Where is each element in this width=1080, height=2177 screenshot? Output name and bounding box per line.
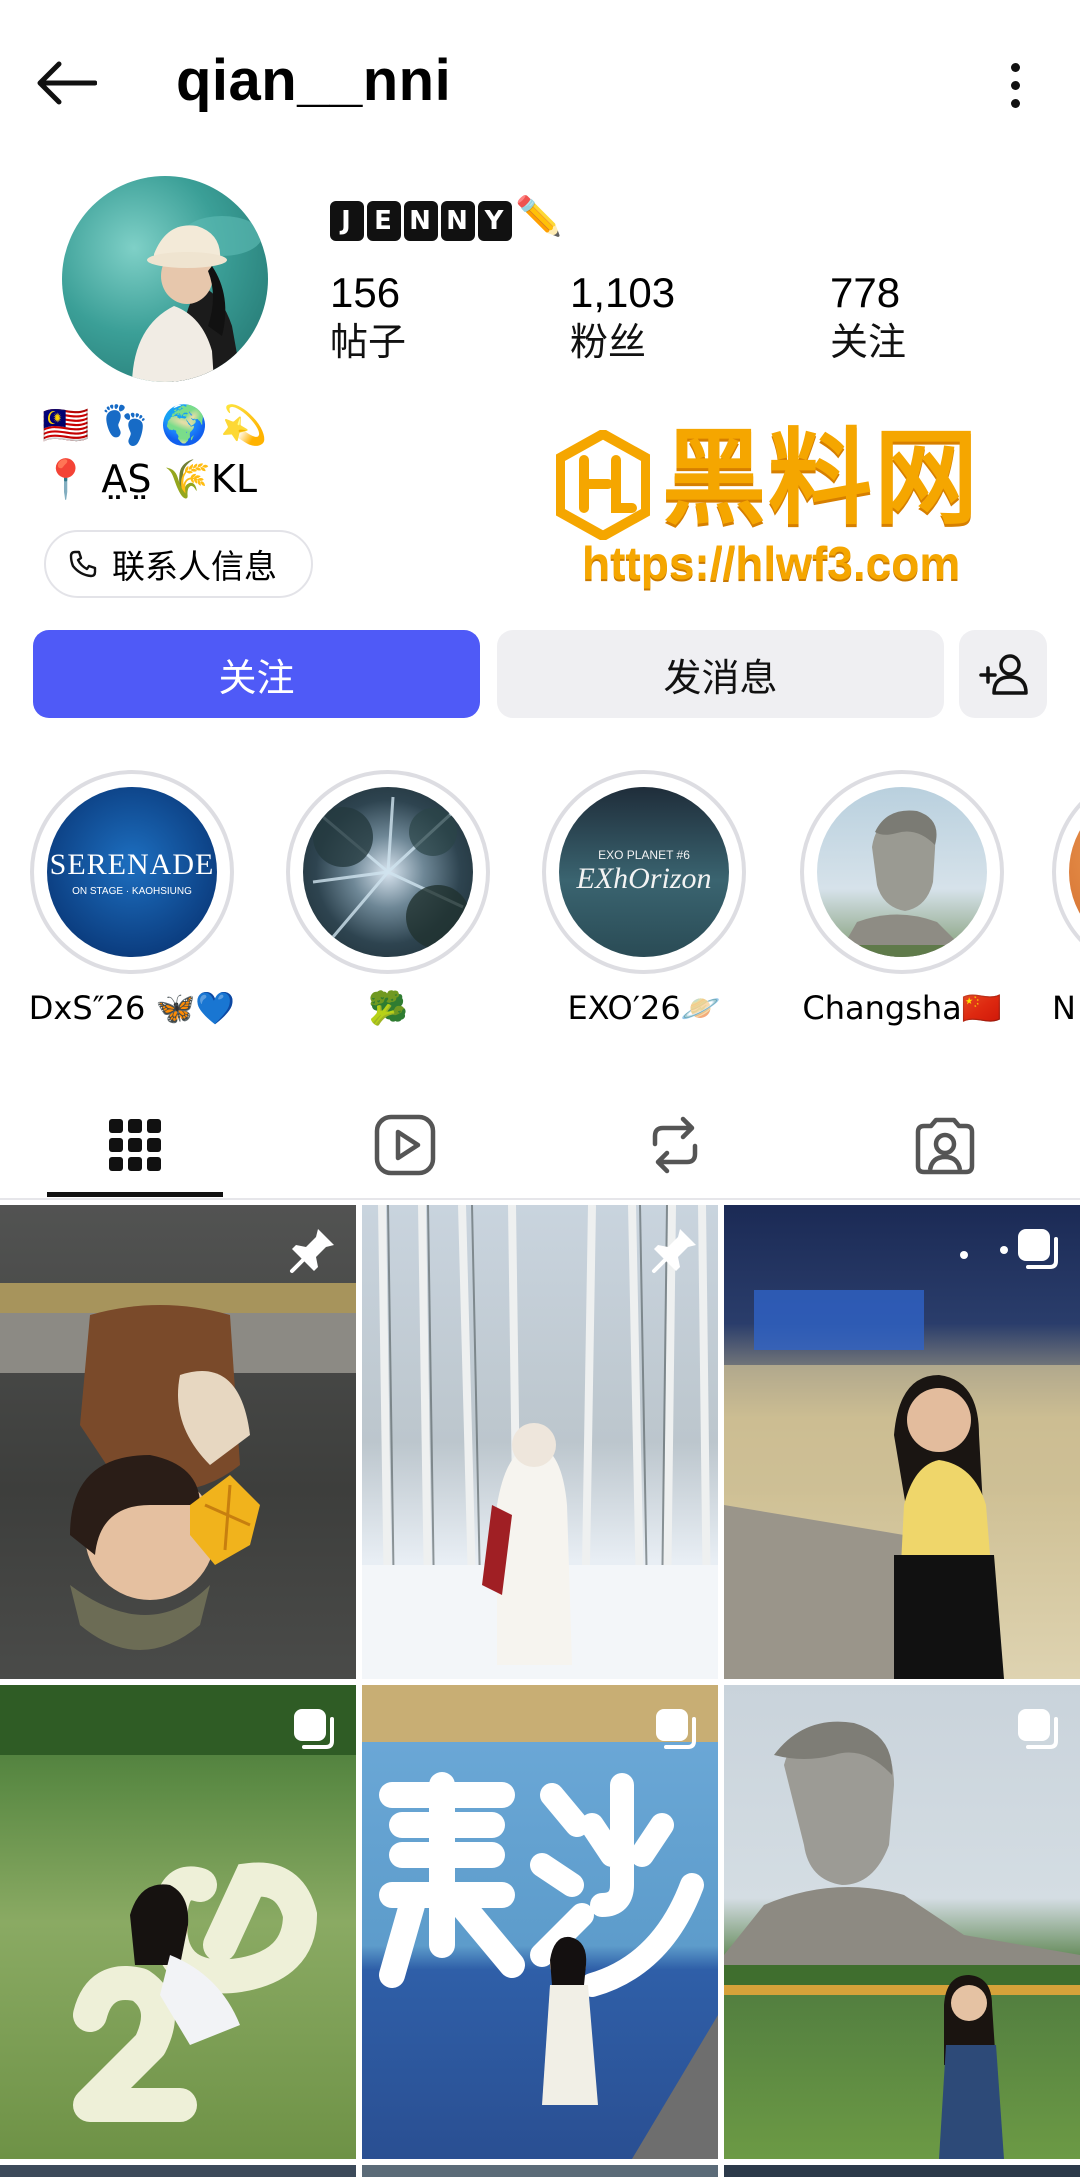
post-photo <box>379 1772 718 2159</box>
suggest-users-button[interactable] <box>959 630 1047 718</box>
tree-canopy-photo <box>312 796 470 949</box>
highlight-ring: SERENADE ON STAGE · KAOHSIUNG <box>30 770 234 974</box>
tab-reels[interactable] <box>270 1090 540 1200</box>
post-photo <box>362 1205 718 1679</box>
grid-icon <box>109 1119 161 1171</box>
carousel-icon <box>1018 1229 1058 1269</box>
stat-followers-value: 1,103 <box>570 269 676 316</box>
post-tile[interactable] <box>724 2165 1080 2177</box>
stat-posts-label: 帖子 <box>330 322 407 364</box>
highlight-item[interactable]: 🥦 <box>282 770 494 1028</box>
more-dot-icon <box>1010 98 1020 108</box>
display-name-letter: N <box>404 201 438 241</box>
stat-following-value: 778 <box>830 269 901 316</box>
tab-reposts[interactable] <box>540 1090 810 1200</box>
display-name: J E N N Y ✏️ <box>330 190 564 243</box>
highlight-ring: EXO PLANET #6 EXhOrizon <box>542 770 746 974</box>
tab-tagged[interactable] <box>810 1090 1080 1200</box>
highlight-cover <box>817 787 987 957</box>
display-name-letter: N <box>441 201 475 241</box>
carousel-icon <box>294 1709 334 1749</box>
highlight-cover-title: EXhOrizon <box>576 862 712 895</box>
highlight-cover-title: SERENADE <box>49 847 215 881</box>
profile-header: qian__nni <box>0 0 1080 160</box>
highlight-ring <box>800 770 1004 974</box>
display-name-letter: E <box>367 201 401 241</box>
tagged-person-icon <box>915 1117 975 1175</box>
page-title: qian__nni <box>176 48 452 113</box>
post-tile[interactable] <box>0 2165 356 2177</box>
pin-icon <box>290 1229 334 1273</box>
contact-info-button[interactable]: 联系人信息 <box>44 530 313 598</box>
more-options-button[interactable] <box>990 50 1040 120</box>
highlight-cover-subtitle: EXO PLANET #6 <box>598 848 690 862</box>
add-person-icon <box>979 654 1028 695</box>
back-button[interactable] <box>28 48 104 118</box>
more-dot-icon <box>1010 80 1020 90</box>
stat-posts[interactable]: 156 帖子 <box>330 268 406 368</box>
bio-line: 📍 A̤S̤ 🌾KL <box>42 457 257 501</box>
stat-following[interactable]: 778 关注 <box>830 268 906 368</box>
display-name-letter: J <box>330 201 364 241</box>
message-button[interactable]: 发消息 <box>497 630 944 718</box>
highlight-label: 🥦 <box>368 989 408 1027</box>
highlight-label: DxS″26 🦋💙 <box>28 989 236 1027</box>
avatar[interactable] <box>62 176 268 382</box>
post-photo <box>0 1685 356 2122</box>
post-photo <box>724 1721 1080 2159</box>
highlight-cover <box>1069 787 1080 957</box>
profile-tabs <box>0 1090 1080 1200</box>
phone-icon <box>69 550 97 578</box>
repost-icon <box>652 1116 698 1174</box>
watermark: 黑料网 https://hlwf3.com <box>556 418 1056 598</box>
highlight-ring <box>286 770 490 974</box>
more-dot-icon <box>1010 62 1020 72</box>
highlight-label: Changsha🇨🇳 <box>802 989 1002 1027</box>
statue-photo <box>817 810 987 957</box>
highlight-item[interactable]: EXO PLANET #6 EXhOrizon EXO′26🪐 <box>538 770 750 1028</box>
active-tab-indicator <box>47 1192 223 1197</box>
carousel-icon <box>656 1709 696 1749</box>
pin-icon <box>652 1229 696 1273</box>
tab-posts-grid[interactable] <box>0 1090 270 1200</box>
post-photo <box>0 1283 356 1650</box>
bio-line: 🇲🇾 👣 🌍 💫 <box>42 403 268 447</box>
display-name-letter: Y <box>478 201 512 241</box>
post-tile[interactable] <box>0 1685 356 2159</box>
watermark-url: https://hlwf3.com <box>582 537 961 589</box>
profile-bio: 🇲🇾 👣 🌍 💫 📍 A̤S̤ 🌾KL <box>42 398 268 506</box>
post-tile[interactable] <box>724 1685 1080 2159</box>
highlight-label: N <box>1052 989 1076 1027</box>
stat-followers-label: 粉丝 <box>570 322 647 364</box>
post-tile[interactable] <box>362 1685 718 2159</box>
highlight-item[interactable]: SERENADE ON STAGE · KAOHSIUNG DxS″26 🦋💙 <box>26 770 238 1028</box>
post-tile[interactable] <box>362 1205 718 1679</box>
carousel-icon <box>1018 1709 1058 1749</box>
highlight-cover <box>303 787 473 957</box>
follow-button[interactable]: 关注 <box>33 630 480 718</box>
highlight-cover: EXO PLANET #6 EXhOrizon <box>559 787 729 957</box>
contact-info-label: 联系人信息 <box>112 548 277 585</box>
highlight-item[interactable]: Changsha🇨🇳 <box>796 770 1008 1028</box>
back-arrow-icon <box>37 61 97 105</box>
stat-following-label: 关注 <box>830 322 907 364</box>
post-tile[interactable] <box>0 1205 356 1679</box>
post-tile[interactable] <box>362 2165 718 2177</box>
stat-followers[interactable]: 1,103 粉丝 <box>570 268 675 368</box>
reels-play-icon <box>374 1114 436 1176</box>
post-tile[interactable] <box>724 1205 1080 1679</box>
post-photo <box>724 1241 1080 1679</box>
highlight-cover: SERENADE ON STAGE · KAOHSIUNG <box>47 787 217 957</box>
watermark-logo <box>556 430 650 540</box>
highlight-item[interactable]: N <box>1052 770 1080 1028</box>
stat-posts-value: 156 <box>330 269 401 316</box>
avatar-photo <box>132 216 262 382</box>
highlight-label: EXO′26🪐 <box>567 989 721 1027</box>
highlight-ring <box>1052 770 1080 974</box>
highlight-cover-subtitle: ON STAGE · KAOHSIUNG <box>72 885 192 897</box>
display-name-suffix: ✏️ <box>515 196 565 238</box>
watermark-title: 黑料网 <box>662 417 981 539</box>
